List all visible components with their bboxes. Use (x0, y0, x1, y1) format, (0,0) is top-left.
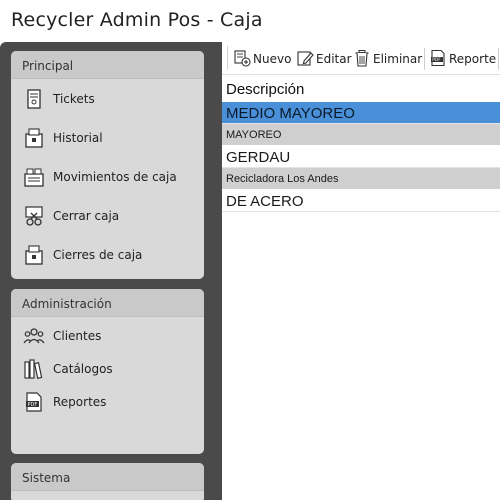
title-bar: Recycler Admin Pos - Caja (0, 0, 500, 42)
panel-sistema-header: Sistema (11, 463, 204, 491)
sidebar-item-clientes-label: Clientes (53, 329, 102, 343)
eliminar-button[interactable]: Eliminar (353, 48, 423, 70)
pdf-icon: PDF (431, 49, 445, 67)
sidebar-item-cerrar-caja-label: Cerrar caja (53, 209, 120, 223)
sidebar-item-cerrar-caja[interactable]: Cerrar caja (11, 201, 204, 233)
table-row[interactable]: MAYOREO (222, 124, 500, 145)
sidebar-item-tickets-label: Tickets (53, 92, 95, 106)
sidebar-item-reportes[interactable]: PDF Reportes (11, 387, 204, 419)
toolbar-separator (227, 46, 228, 70)
sidebar-item-historial[interactable]: Historial (11, 123, 204, 155)
toolbar-divider-end (498, 48, 499, 70)
panel-administracion: Administración Clientes Catálogos PDF Re… (11, 289, 204, 454)
toolbar: Nuevo Editar Eliminar PDF Reporte (222, 42, 500, 75)
nuevo-button[interactable]: Nuevo (233, 48, 291, 70)
table-row[interactable]: GERDAU (222, 146, 500, 168)
sidebar-item-historial-label: Historial (53, 131, 103, 145)
ticket-icon (27, 89, 41, 109)
sidebar-item-catalogos[interactable]: Catálogos (11, 354, 204, 386)
window-title: Recycler Admin Pos - Caja (11, 9, 263, 31)
editar-button[interactable]: Editar (296, 48, 354, 70)
sidebar-item-clientes[interactable]: Clientes (11, 321, 204, 353)
svg-text:PDF: PDF (28, 402, 38, 408)
sidebar-item-tickets[interactable]: Tickets (11, 84, 204, 116)
sidebar-item-catalogos-label: Catálogos (53, 362, 113, 376)
panel-principal: Principal Tickets Historial Movimientos … (11, 51, 204, 279)
edit-pencil-icon (297, 51, 314, 66)
users-icon (23, 328, 45, 344)
register-icon (25, 128, 43, 148)
eliminar-button-label: Eliminar (373, 52, 423, 66)
sidebar-item-reportes-label: Reportes (53, 395, 107, 409)
books-icon (24, 359, 43, 379)
sidebar-item-movimientos-label: Movimientos de caja (53, 170, 177, 184)
sidebar-item-cierres-caja[interactable]: Cierres de caja (11, 240, 204, 272)
table-row[interactable]: MEDIO MAYOREO (222, 102, 500, 124)
sidebar: Principal Tickets Historial Movimientos … (0, 42, 222, 500)
new-document-icon (234, 50, 251, 67)
panel-administracion-header: Administración (11, 289, 204, 317)
editar-button-label: Editar (316, 52, 352, 66)
reporte-button[interactable]: PDF Reporte (429, 48, 497, 70)
svg-text:PDF: PDF (432, 57, 441, 63)
table-row[interactable]: Recicladora Los Andes (222, 168, 500, 189)
panel-principal-header: Principal (11, 51, 204, 79)
toolbar-divider (424, 48, 425, 70)
trash-icon (355, 50, 369, 67)
reporte-button-label: Reporte (449, 52, 497, 66)
cut-scissors-icon (25, 206, 43, 226)
cash-movement-icon (24, 168, 44, 187)
pdf-icon: PDF (26, 392, 42, 412)
column-header-descripcion[interactable]: Descripción (222, 76, 500, 101)
nuevo-button-label: Nuevo (253, 52, 292, 66)
sidebar-item-movimientos[interactable]: Movimientos de caja (11, 162, 204, 194)
sidebar-item-cierres-caja-label: Cierres de caja (53, 248, 143, 262)
register-close-icon (25, 245, 43, 265)
table-row[interactable]: DE ACERO (222, 190, 500, 212)
data-grid: Descripción MEDIO MAYOREO MAYOREO GERDAU… (222, 76, 500, 500)
panel-sistema: Sistema (11, 463, 204, 500)
